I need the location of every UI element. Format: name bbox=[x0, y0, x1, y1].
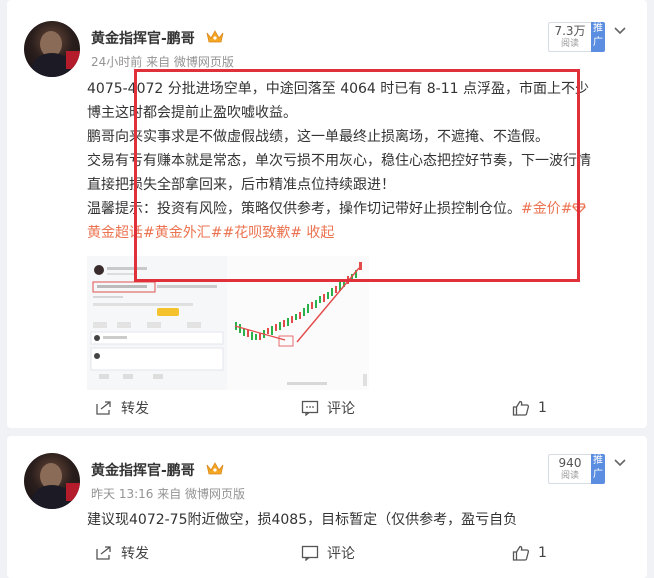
views-label: 阅读 bbox=[560, 471, 579, 481]
text-line: 直接把损失全部拿回来，后市精准点位持续跟进！ bbox=[87, 177, 395, 193]
text-line: 博主这时都会提前止盈吹嘘收益。 bbox=[87, 105, 297, 121]
like-button[interactable]: 1 bbox=[512, 538, 547, 568]
like-icon bbox=[512, 545, 530, 561]
repost-icon bbox=[96, 401, 111, 415]
author-name[interactable]: 黄金指挥官-鹏哥 bbox=[91, 460, 195, 480]
post-card-2: 黄金指挥官-鹏哥 昨天 13:16 来自 微博网页版 940 阅读 推广 建议现… bbox=[7, 436, 647, 578]
post-meta: 昨天 13:16 来自 微博网页版 bbox=[91, 485, 245, 502]
post-time[interactable]: 昨天 13:16 bbox=[91, 487, 153, 501]
text-line: 鹏哥向来实事求是不做虚假战绩，这一单最终止损离场，不遮掩、不造假。 bbox=[87, 129, 549, 145]
post-card-1: 黄金指挥官-鹏哥 24小时前 来自 微博网页版 7.3万 阅读 推广 4075-… bbox=[7, 0, 647, 428]
attached-image[interactable] bbox=[87, 256, 369, 390]
like-button[interactable]: 1 bbox=[512, 393, 547, 423]
text-line: 4075-4072 分批进场空单，中途回落至 4064 时已有 8-11 点浮盈… bbox=[87, 81, 589, 97]
comment-button[interactable]: 评论 bbox=[301, 393, 355, 423]
views-badge: 940 阅读 bbox=[548, 454, 592, 484]
comment-label: 评论 bbox=[327, 546, 355, 562]
repost-icon bbox=[96, 546, 111, 560]
comment-label: 评论 bbox=[327, 401, 355, 417]
topic-links[interactable]: 黄金超话#黄金外汇##花呗致歉# 收起 bbox=[87, 221, 632, 245]
topic-link-gold-price[interactable]: #金价# bbox=[521, 201, 572, 217]
views-badge: 7.3万 阅读 bbox=[548, 22, 592, 52]
repost-button[interactable]: 转发 bbox=[95, 538, 149, 568]
post-source: 来自 微博网页版 bbox=[146, 55, 234, 69]
views-count: 940 bbox=[558, 456, 582, 470]
avatar[interactable] bbox=[24, 453, 80, 509]
like-count: 1 bbox=[538, 545, 547, 561]
crown-icon bbox=[206, 462, 224, 475]
post-actions: 转发 评论 1 bbox=[7, 393, 647, 423]
repost-button[interactable]: 转发 bbox=[95, 393, 149, 423]
post-source: 来自 微博网页版 bbox=[157, 487, 246, 501]
avatar[interactable] bbox=[24, 21, 80, 77]
like-icon bbox=[512, 400, 530, 416]
repost-label: 转发 bbox=[121, 546, 149, 562]
repost-label: 转发 bbox=[121, 401, 149, 417]
comment-icon bbox=[301, 400, 319, 416]
chevron-down-icon[interactable] bbox=[613, 26, 627, 36]
views-label: 阅读 bbox=[560, 39, 579, 49]
text-line: 建议现4072-75附近做空，损4085，目标暂定（仅供参考，盈亏自负 bbox=[87, 512, 518, 528]
text-line: 温馨提示：投资有风险，策略仅供参考，操作切记带好止损控制仓位。#金价# bbox=[87, 197, 632, 221]
post-actions: 转发 评论 1 bbox=[7, 538, 647, 568]
post-text: 建议现4072-75附近做空，损4085，目标暂定（仅供参考，盈亏自负 bbox=[87, 508, 632, 532]
comment-button[interactable]: 评论 bbox=[301, 538, 355, 568]
chart-thumbnail bbox=[87, 256, 369, 390]
post-meta: 24小时前 来自 微博网页版 bbox=[91, 53, 234, 70]
like-count: 1 bbox=[538, 400, 547, 416]
text-line: 交易有亏有赚本就是常态，单次亏损不用灰心，稳住心态把控好节奏，下一波行情 bbox=[87, 153, 591, 169]
crown-icon bbox=[206, 30, 224, 43]
post-text: 4075-4072 分批进场空单，中途回落至 4064 时已有 8-11 点浮盈… bbox=[87, 77, 632, 245]
text-line-tip: 温馨提示：投资有风险，策略仅供参考，操作切记带好止损控制仓位。 bbox=[87, 201, 521, 217]
views-count: 7.3万 bbox=[554, 24, 586, 38]
promote-button[interactable]: 推广 bbox=[591, 454, 605, 484]
comment-icon bbox=[301, 545, 319, 561]
author-name[interactable]: 黄金指挥官-鹏哥 bbox=[91, 28, 195, 48]
diamond-icon bbox=[572, 203, 587, 214]
chevron-down-icon[interactable] bbox=[613, 458, 627, 468]
promote-button[interactable]: 推广 bbox=[591, 22, 605, 52]
post-time[interactable]: 24小时前 bbox=[91, 55, 142, 69]
